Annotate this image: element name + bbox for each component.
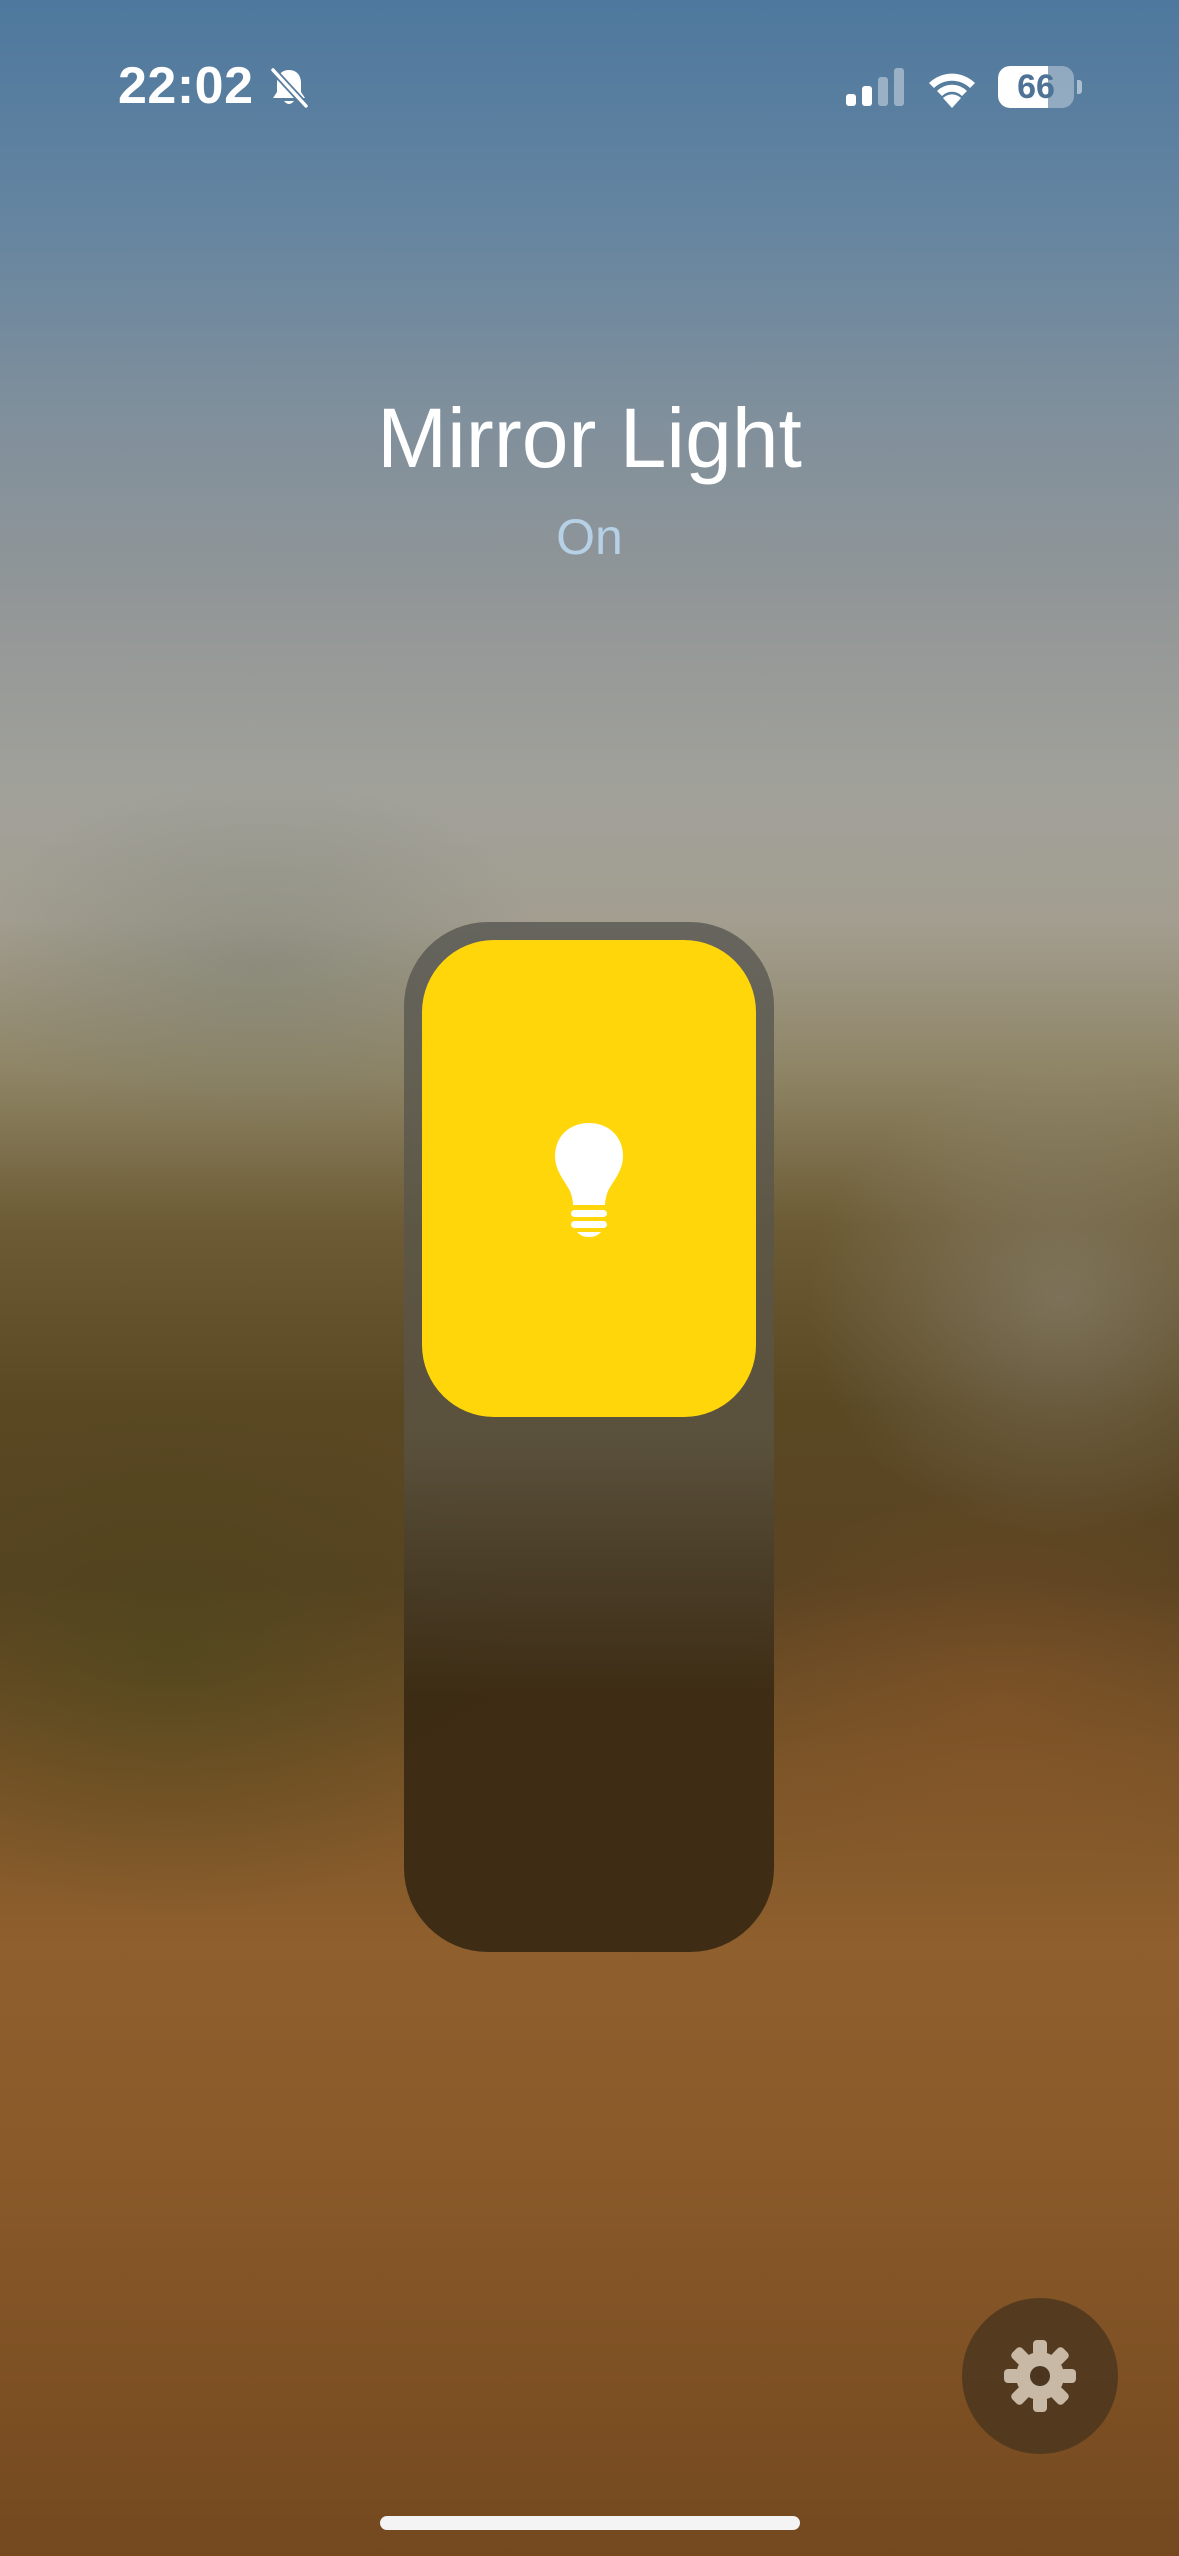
cellular-signal-icon <box>846 68 904 106</box>
battery-icon: 66 <box>998 66 1082 108</box>
wifi-icon <box>929 73 975 108</box>
battery-body: 66 <box>998 66 1074 108</box>
lightbulb-icon <box>555 1122 623 1237</box>
status-bar: 22:02 66 <box>0 0 1179 180</box>
brightness-slider[interactable] <box>404 922 774 1952</box>
battery-nub <box>1077 80 1082 94</box>
status-time: 22:02 <box>118 57 254 115</box>
gear-icon <box>1004 2340 1076 2412</box>
battery-percent: 66 <box>1017 68 1055 106</box>
accessory-name: Mirror Light <box>377 391 802 485</box>
accessory-state: On <box>556 509 623 565</box>
settings-button[interactable] <box>962 2298 1118 2454</box>
home-indicator[interactable] <box>380 2516 800 2530</box>
bell-slash-icon <box>269 66 310 110</box>
